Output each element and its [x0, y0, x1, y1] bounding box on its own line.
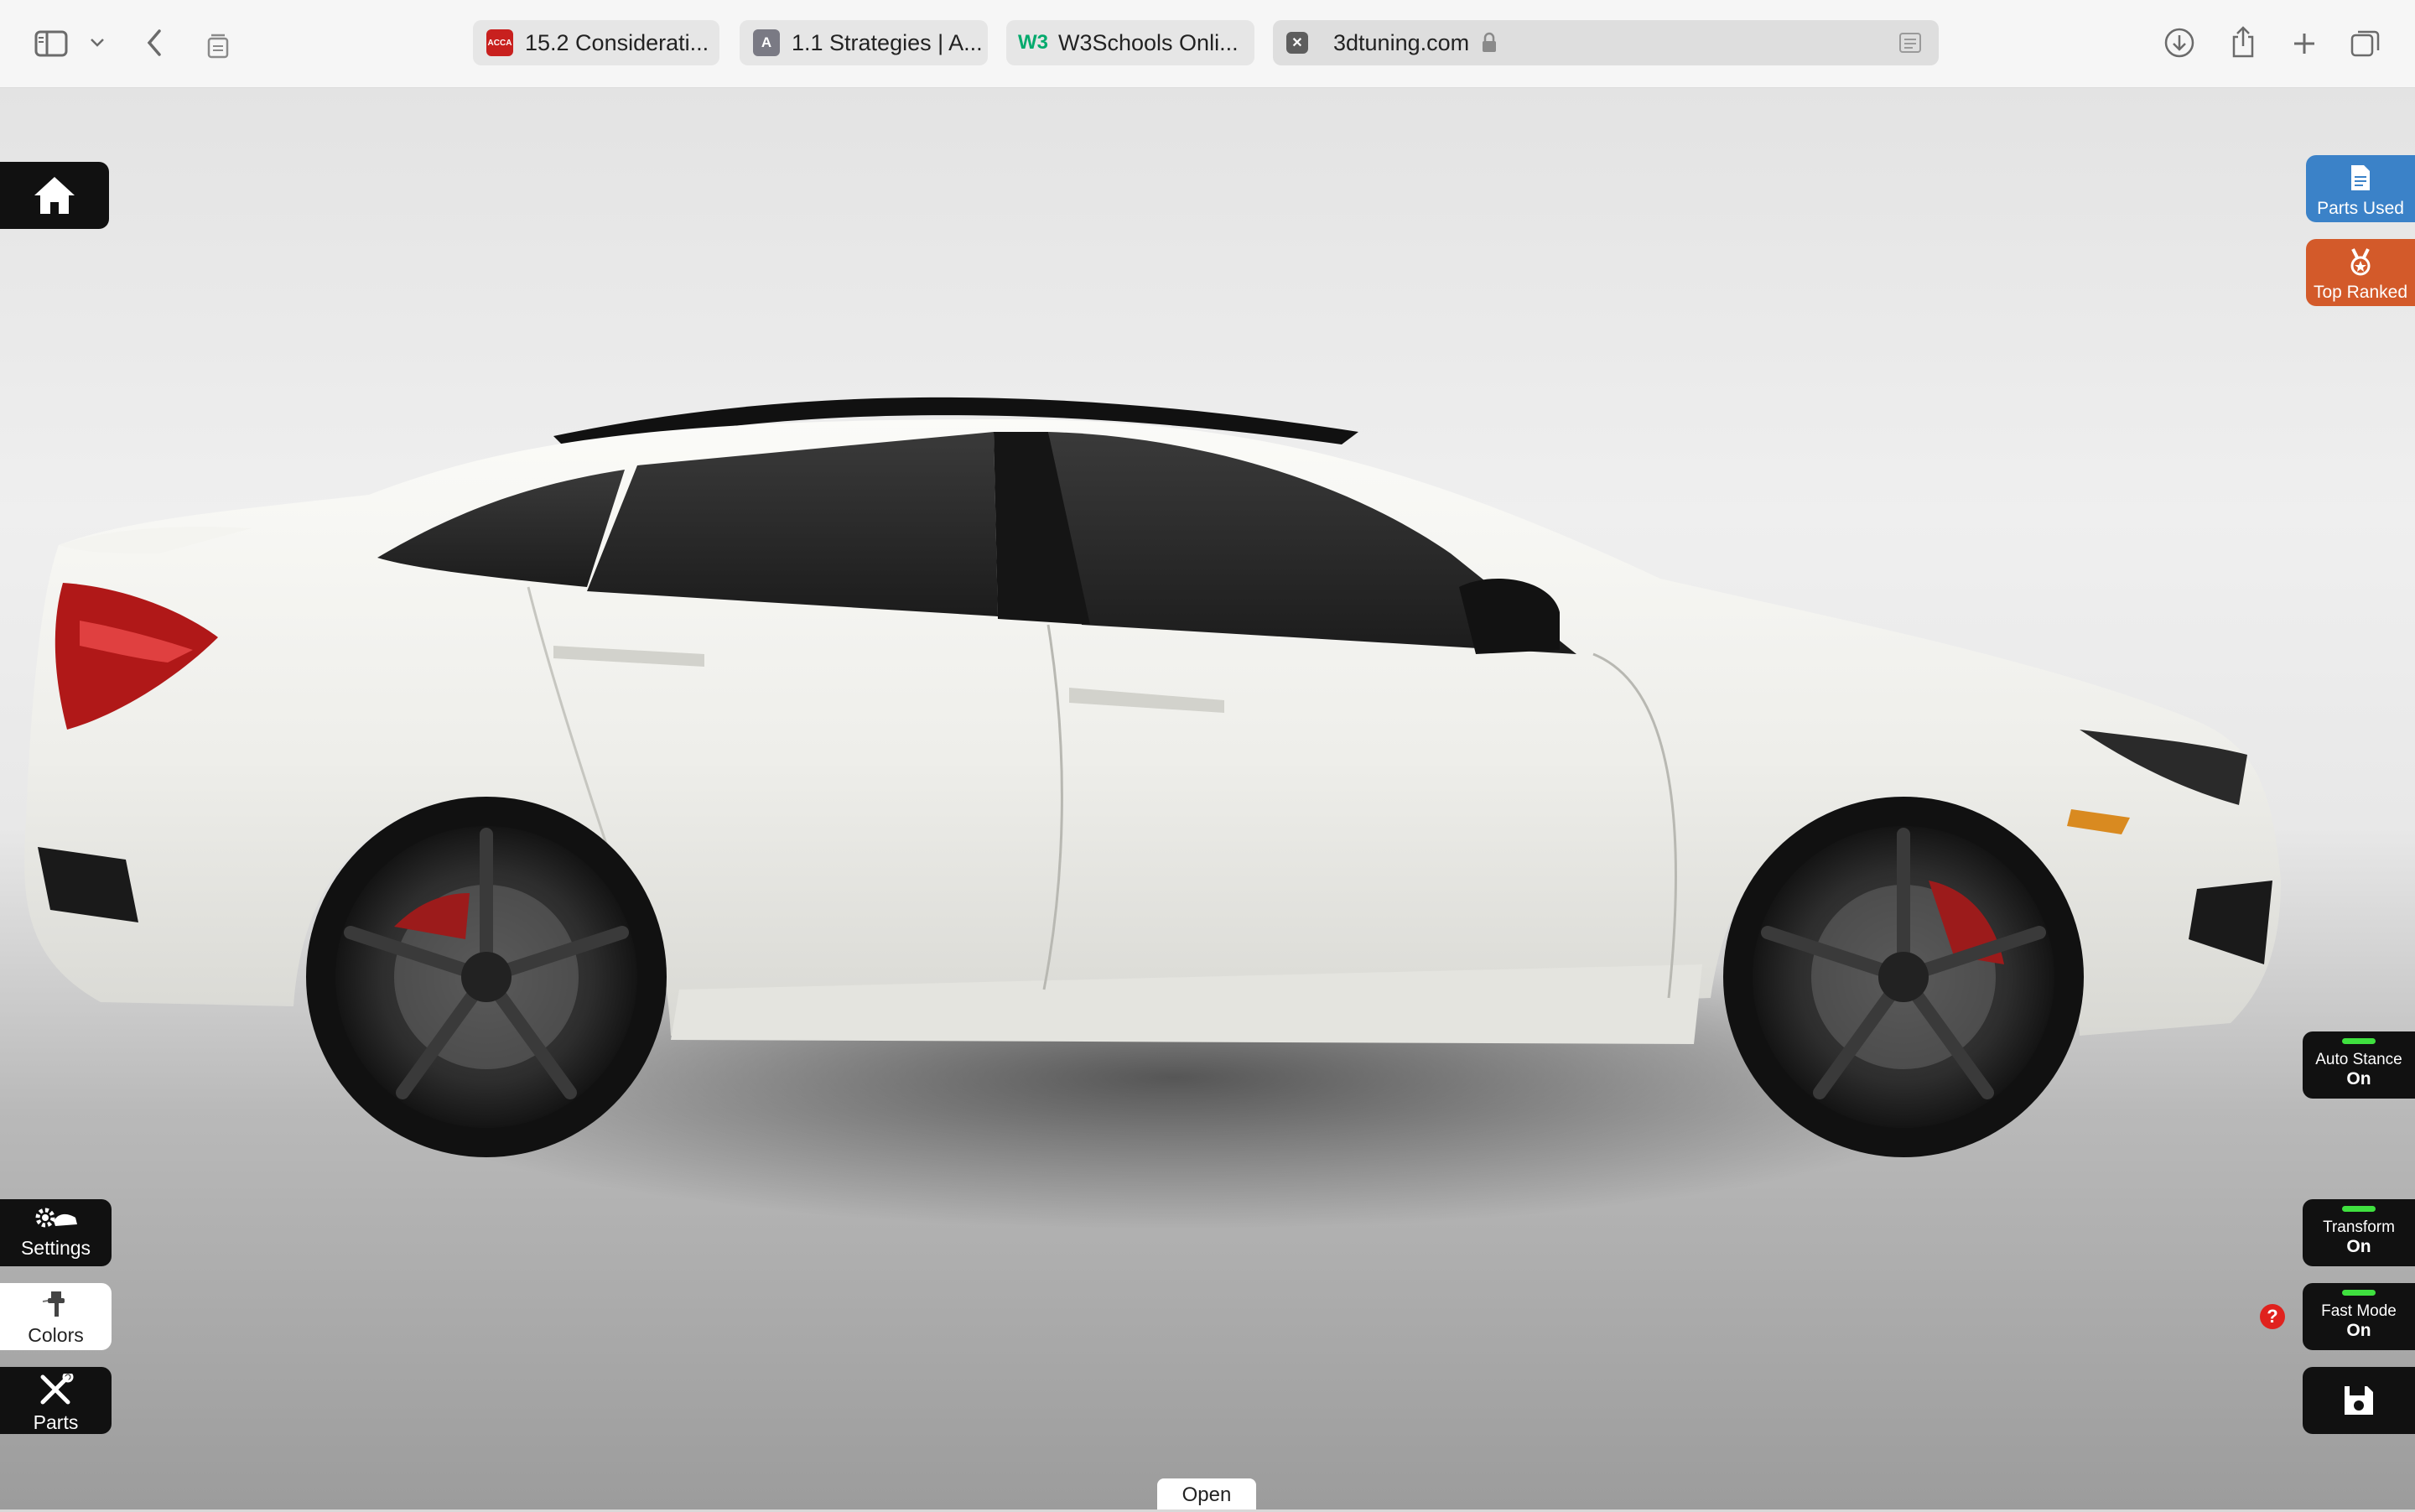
configurator-stage[interactable] [0, 88, 2415, 1509]
parts-used-label: Parts Used [2317, 199, 2404, 218]
settings-label: Settings [20, 1237, 91, 1259]
browser-tab-acca[interactable]: ACCA 15.2 Considerati... [473, 20, 719, 65]
transform-toggle[interactable]: Transform On [2303, 1199, 2415, 1266]
tab-label: 15.2 Considerati... [525, 29, 709, 55]
share-icon[interactable] [2225, 23, 2261, 60]
home-button[interactable] [0, 162, 109, 229]
reader-icon[interactable] [1898, 32, 1922, 54]
tab-label: 3dtuning.com [1333, 29, 1470, 55]
document-icon [2349, 165, 2372, 196]
sidebar-icon[interactable] [32, 27, 70, 60]
tab-label: 1.1 Strategies | A... [792, 29, 983, 55]
transform-state: On [2346, 1237, 2371, 1256]
acca-favicon-icon: ACCA [486, 29, 513, 56]
status-led [2342, 1206, 2376, 1212]
home-icon [31, 177, 78, 221]
browser-tab-strategies[interactable]: A 1.1 Strategies | A... [740, 20, 988, 65]
tab-label: W3Schools Onli... [1058, 29, 1239, 55]
browser-tab-3dtuning[interactable]: ✕ 3dtuning.com [1273, 20, 1939, 65]
help-icon[interactable]: ? [2260, 1304, 2285, 1329]
floppy-disk-icon [2342, 1386, 2376, 1421]
auto-stance-label: Auto Stance [2315, 1051, 2402, 1068]
auto-stance-state: On [2346, 1069, 2371, 1089]
fast-mode-label: Fast Mode [2321, 1302, 2397, 1320]
status-led [2342, 1290, 2376, 1296]
download-icon[interactable] [2162, 25, 2197, 60]
open-panel-tab[interactable]: Open [1157, 1478, 1256, 1509]
fast-mode-toggle[interactable]: Fast Mode On [2303, 1283, 2415, 1350]
plus-icon[interactable] [2288, 27, 2321, 60]
top-ranked-button[interactable]: Top Ranked [2306, 239, 2415, 306]
chevron-left-icon[interactable] [141, 25, 168, 60]
top-ranked-label: Top Ranked [2313, 283, 2408, 302]
parts-used-button[interactable]: Parts Used [2306, 155, 2415, 222]
parts-button[interactable]: Parts [0, 1367, 112, 1434]
rear-wheel [306, 797, 667, 1157]
lock-icon [1481, 32, 1498, 54]
car-render[interactable] [0, 88, 2415, 1509]
fast-mode-state: On [2346, 1321, 2371, 1340]
tab-overview-icon[interactable] [201, 29, 235, 62]
settings-button[interactable]: Settings [0, 1199, 112, 1266]
status-led [2342, 1038, 2376, 1044]
front-wheel [1723, 797, 2084, 1157]
parts-label: Parts [33, 1411, 79, 1433]
a-favicon-icon: A [753, 29, 780, 56]
chevron-down-icon[interactable] [87, 32, 107, 54]
save-button[interactable] [2303, 1367, 2415, 1434]
medal-icon [2346, 248, 2375, 280]
transform-label: Transform [2323, 1218, 2395, 1236]
close-tab-icon[interactable]: ✕ [1286, 32, 1308, 54]
settings-car-icon [34, 1208, 79, 1234]
colors-button[interactable]: Colors [0, 1283, 112, 1350]
tabs-icon[interactable] [2348, 25, 2383, 60]
spray-gun-icon [39, 1291, 73, 1322]
colors-label: Colors [28, 1324, 84, 1346]
auto-stance-toggle[interactable]: Auto Stance On [2303, 1031, 2415, 1099]
browser-tab-w3schools[interactable]: W3 W3Schools Onli... [1006, 20, 1254, 65]
w3schools-favicon-icon: W3 [1018, 31, 1048, 54]
browser-toolbar: ACCA 15.2 Considerati... A 1.1 Strategie… [0, 0, 2415, 88]
wrench-screwdriver-icon [38, 1371, 75, 1409]
